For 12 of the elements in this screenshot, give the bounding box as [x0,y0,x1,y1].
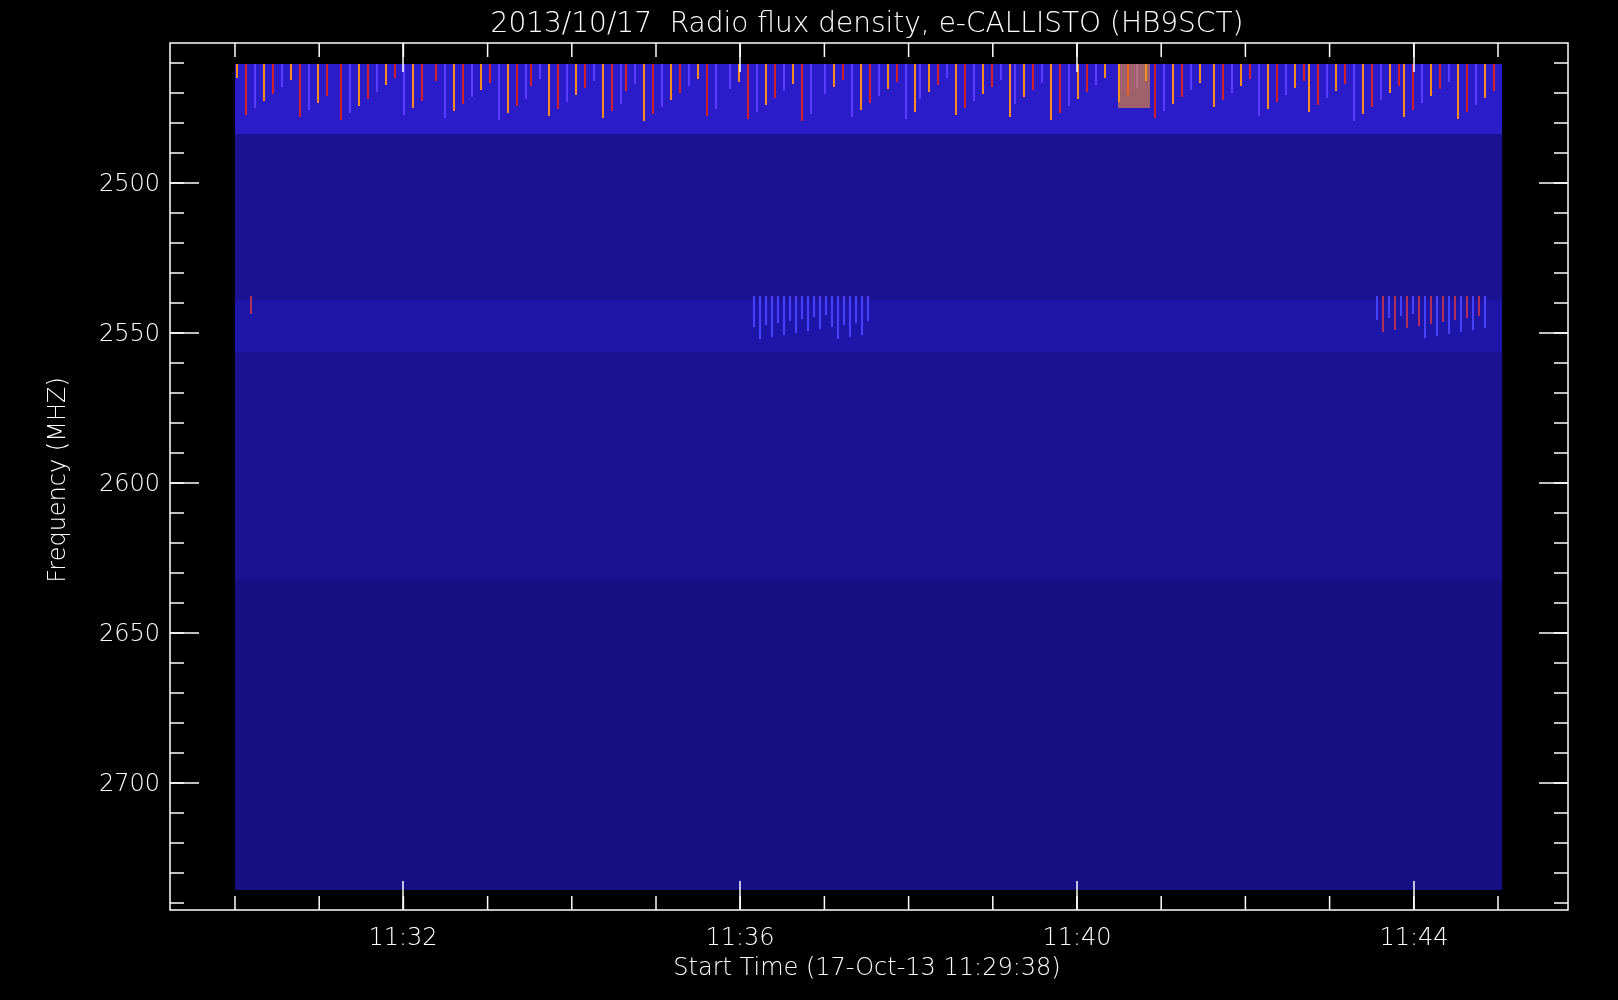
y-tick-label: 2600 [98,469,160,497]
y-tick-label: 2700 [98,769,160,797]
y-axis-label: Frequency (MHZ) [43,377,71,583]
y-tick-label: 2550 [98,319,160,347]
y-tick-label: 2650 [98,619,160,647]
x-tick-label: 11:40 [1042,923,1112,951]
x-axis-label: Start Time (17-Oct-13 11:29:38) [673,953,1061,981]
x-tick-label: 11:44 [1379,923,1449,951]
chart-title: 2013/10/17 Radio flux density, e-CALLISTO (HB9SCT) [490,6,1244,39]
y-tick-label: 2500 [98,169,160,197]
x-tick-label: 11:32 [368,923,438,951]
x-tick-label: 11:36 [705,923,775,951]
